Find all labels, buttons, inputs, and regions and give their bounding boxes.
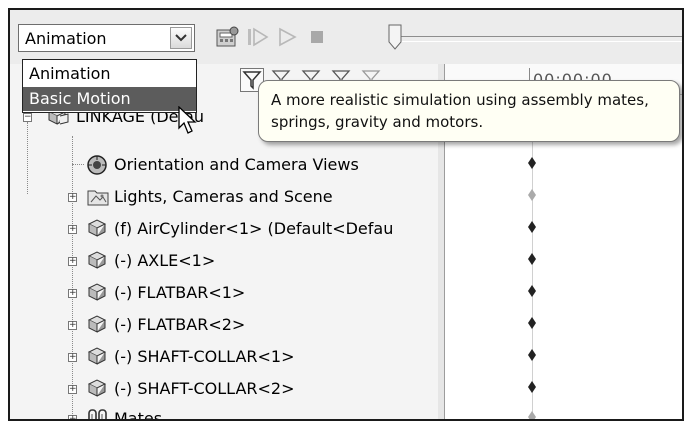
keypoint-marker[interactable] [528,285,536,297]
tree-item-label: (-) SHAFT-COLLAR<1> [114,347,295,366]
part-icon [86,346,110,368]
camera-views-icon [86,154,110,176]
study-type-combobox[interactable]: Animation [18,24,195,52]
tree-item-mates[interactable]: + Mates [10,404,438,421]
expand-icon[interactable]: + [68,415,77,419]
expand-icon[interactable]: + [68,225,77,234]
tree-item-aircylinder[interactable]: + (f) AirCylinder<1> (Default<Defau [10,214,438,244]
expand-icon[interactable]: + [68,321,77,330]
keypoint-marker[interactable] [528,221,536,233]
tree-item-label: Mates [114,409,163,421]
study-type-tooltip: A more realistic simulation using assemb… [258,80,680,142]
part-icon [86,378,110,400]
tooltip-text: A more realistic simulation using assemb… [271,91,649,131]
tree-item-lights[interactable]: + Lights, Cameras and Scene [10,182,438,212]
part-icon [86,282,110,304]
keypoint-marker[interactable] [528,189,536,201]
expand-icon[interactable]: + [68,193,77,202]
tree-item-label: (-) SHAFT-COLLAR<2> [114,379,295,398]
tree-item-orientation[interactable]: Orientation and Camera Views [10,150,438,180]
tree-item-label: (-) FLATBAR<1> [114,283,246,302]
motion-toolbar: Animation [10,10,682,65]
stop-icon[interactable] [306,26,328,48]
tree-item-flatbar-2[interactable]: + (-) FLATBAR<2> [10,310,438,340]
motion-study-panel: Animation Animation Basic Motion − LINKA… [8,8,684,421]
keypoint-marker[interactable] [528,157,536,169]
lights-scene-icon [86,186,110,208]
tree-item-axle[interactable]: + (-) AXLE<1> [10,246,438,276]
tree-item-label: Lights, Cameras and Scene [114,187,333,206]
expand-icon[interactable]: + [68,289,77,298]
keypoint-marker[interactable] [528,411,536,421]
keypoint-marker[interactable] [528,253,536,265]
study-type-dropdown-list[interactable]: Animation Basic Motion [22,59,197,113]
play-from-start-icon[interactable] [246,26,269,48]
tree-item-shaft-collar-2[interactable]: + (-) SHAFT-COLLAR<2> [10,374,438,404]
expand-icon[interactable]: + [68,385,77,394]
keypoint-marker[interactable] [528,349,536,361]
tree-item-label: Orientation and Camera Views [114,155,359,174]
tree-item-flatbar-1[interactable]: + (-) FLATBAR<1> [10,278,438,308]
dropdown-option-basic-motion[interactable]: Basic Motion [23,87,196,111]
keypoint-marker[interactable] [528,317,536,329]
part-icon [86,250,110,272]
collapse-icon[interactable]: − [23,113,32,122]
study-type-value: Animation [25,29,107,48]
mates-icon [86,407,110,419]
play-icon[interactable] [276,26,298,48]
mouse-pointer-icon [178,106,197,134]
tree-item-label: (-) FLATBAR<2> [114,315,246,334]
keypoint-marker[interactable] [528,381,536,393]
tree-item-label: (-) AXLE<1> [114,251,216,270]
timeline-slider-track[interactable] [394,36,682,42]
tree-item-shaft-collar-1[interactable]: + (-) SHAFT-COLLAR<1> [10,342,438,372]
expand-icon[interactable]: + [68,353,77,362]
part-icon [86,314,110,336]
expand-icon[interactable]: + [68,257,77,266]
timeline-slider-thumb[interactable] [388,24,402,50]
tree-item-label: (f) AirCylinder<1> (Default<Defau [114,219,394,238]
chevron-down-icon[interactable] [170,27,192,49]
calculator-icon[interactable] [214,26,239,48]
dropdown-option-animation[interactable]: Animation [23,62,196,86]
part-icon [86,218,110,240]
